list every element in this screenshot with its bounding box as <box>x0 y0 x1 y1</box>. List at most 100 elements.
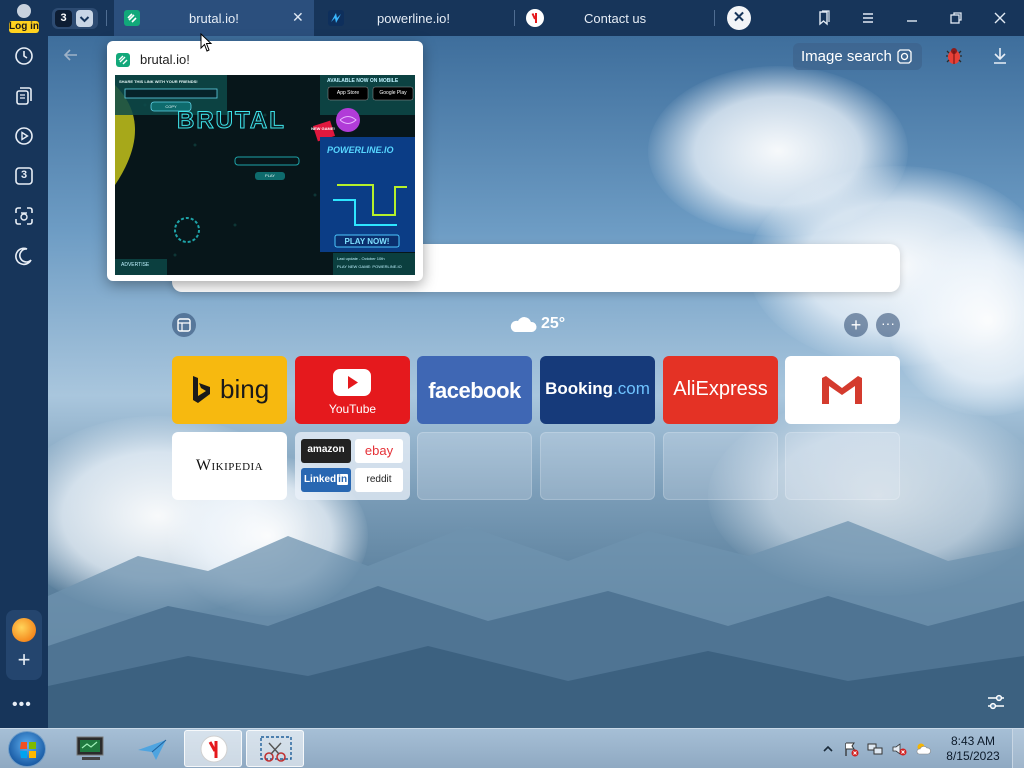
tab-label: powerline.io! <box>377 11 450 26</box>
empty-tile[interactable] <box>540 432 655 500</box>
back-arrow-icon[interactable] <box>62 46 80 69</box>
show-desktop-button[interactable] <box>1012 729 1024 768</box>
sidebar-apps: + <box>6 610 42 680</box>
empty-tile[interactable] <box>785 432 900 500</box>
camera-icon <box>896 48 913 65</box>
screenshot-icon[interactable] <box>13 205 35 227</box>
download-icon[interactable] <box>991 46 1009 66</box>
tab-count: 3 <box>55 10 72 27</box>
yandex-favicon-icon <box>526 9 544 27</box>
tile-booking[interactable]: Booking.com <box>540 356 655 424</box>
page-thumbnail: SHARE THIS LINK WITH YOUR FRIENDS! COPY … <box>115 75 415 275</box>
tile-gmail[interactable] <box>785 356 900 424</box>
tile-youtube[interactable]: YouTube <box>295 356 410 424</box>
google-play-badge: Google Play <box>379 90 407 96</box>
wikipedia-label: Wikipedia <box>195 457 264 474</box>
reddit-mini-tile[interactable]: reddit <box>355 468 403 492</box>
cloud-icon <box>508 314 538 334</box>
clock[interactable]: 8:43 AM 8/15/2023 <box>944 734 1002 764</box>
preview-title: brutal.io! <box>140 52 190 67</box>
last-update-text: Last update - October 10th <box>337 256 385 261</box>
widgets-button[interactable] <box>172 313 196 337</box>
video-icon[interactable] <box>13 125 35 147</box>
action-center-icon[interactable] <box>843 741 859 757</box>
collections-icon[interactable] <box>13 85 35 107</box>
history-icon[interactable] <box>13 45 35 67</box>
app-store-badge: App Store <box>336 90 360 96</box>
empty-tile[interactable] <box>417 432 532 500</box>
add-tile-button[interactable]: + <box>844 313 868 337</box>
gmail-icon <box>820 374 864 406</box>
facebook-label: facebook <box>428 378 521 403</box>
bing-logo-icon <box>190 374 212 406</box>
close-tab-button[interactable]: ✕ <box>727 6 751 30</box>
tiles-more-button[interactable]: ··· <box>876 313 900 337</box>
linkedin-in-label: in <box>337 474 349 485</box>
clock-date: 8/15/2023 <box>946 749 1000 763</box>
booking-logo: Booking.com <box>540 379 655 399</box>
login-badge: Log in <box>9 21 39 33</box>
powerline-logo: POWERLINE.IO <box>327 145 394 155</box>
weather-tray-icon[interactable] <box>915 741 931 757</box>
youtube-label: YouTube <box>328 402 377 416</box>
night-mode-icon[interactable] <box>13 245 35 267</box>
more-icon[interactable]: ••• <box>12 696 32 714</box>
tab-contact-us[interactable]: Contact us <box>518 0 714 36</box>
network-icon[interactable] <box>867 741 883 757</box>
play-button-label: PLAY <box>265 173 275 178</box>
profile-button[interactable]: Log in <box>6 2 42 34</box>
new-game-badge: NEW GAME! <box>311 126 335 131</box>
divider <box>714 10 715 26</box>
tab-label: Contact us <box>584 11 647 26</box>
reddit-label: reddit <box>366 474 392 485</box>
empty-tile[interactable] <box>663 432 778 500</box>
tab-preview-popup[interactable]: brutal.io! SHARE THIS LINK WITH YOUR FRI… <box>107 41 423 281</box>
tab-brutal[interactable]: brutal.io! ✕ <box>114 0 314 36</box>
tile-aliexpress[interactable]: AliExpress <box>663 356 778 424</box>
taskbar-yandex-browser[interactable] <box>184 730 242 767</box>
share-link-text: SHARE THIS LINK WITH YOUR FRIENDS! <box>119 79 198 84</box>
tile-group[interactable]: amazon ebay Linked in reddit <box>295 432 410 500</box>
tabs-count-icon[interactable]: 3 <box>13 165 35 187</box>
tab-list-button[interactable]: 3 <box>52 8 98 29</box>
extension-bug-icon[interactable] <box>944 46 964 66</box>
divider <box>106 10 107 26</box>
linkedin-mini-tile[interactable]: Linked in <box>301 468 351 492</box>
tile-facebook[interactable]: facebook <box>417 356 532 424</box>
app-launcher-icon[interactable] <box>12 618 36 642</box>
amazon-mini-tile[interactable]: amazon <box>301 439 351 463</box>
chevron-down-icon <box>76 10 93 27</box>
ebay-label: ebay <box>364 443 394 458</box>
close-window-icon[interactable] <box>991 9 1009 27</box>
aliexpress-label: AliExpress <box>673 378 768 400</box>
play-new-game-text: PLAY NEW GAME: POWERLINE.IO <box>337 264 402 269</box>
close-icon[interactable]: ✕ <box>292 9 304 26</box>
user-icon <box>17 4 31 18</box>
show-hidden-icons-icon[interactable] <box>820 741 836 757</box>
ebay-mini-tile[interactable]: ebay <box>355 439 403 463</box>
brutal-favicon-icon <box>124 10 140 26</box>
bookmarks-icon[interactable] <box>815 9 833 27</box>
taskbar-paper-plane-app[interactable] <box>124 730 182 767</box>
advertise-label: ADVERTISE <box>121 262 150 268</box>
booking-dot-label: .com <box>613 379 650 398</box>
divider <box>514 10 515 26</box>
linkedin-logo: Linked in <box>301 474 351 485</box>
add-app-icon[interactable]: + <box>14 649 34 671</box>
volume-muted-icon[interactable] <box>891 741 907 757</box>
image-search-label: Image search <box>801 48 892 65</box>
taskbar-monitor-app[interactable] <box>62 730 120 767</box>
booking-label: Booking <box>545 379 614 398</box>
customize-icon[interactable] <box>986 692 1006 712</box>
tab-powerline[interactable]: powerline.io! <box>318 0 514 36</box>
play-icon <box>333 369 371 396</box>
tile-wikipedia[interactable]: Wikipedia <box>172 432 287 500</box>
taskbar-snipping-tool[interactable] <box>246 730 304 767</box>
tile-bing[interactable]: bing <box>172 356 287 424</box>
linkedin-label: Linked <box>303 474 337 485</box>
restore-icon[interactable] <box>947 9 965 27</box>
start-button[interactable] <box>8 731 46 767</box>
minimize-icon[interactable] <box>903 9 921 27</box>
menu-icon[interactable] <box>859 9 877 27</box>
image-search-button[interactable]: Image search <box>793 43 922 70</box>
